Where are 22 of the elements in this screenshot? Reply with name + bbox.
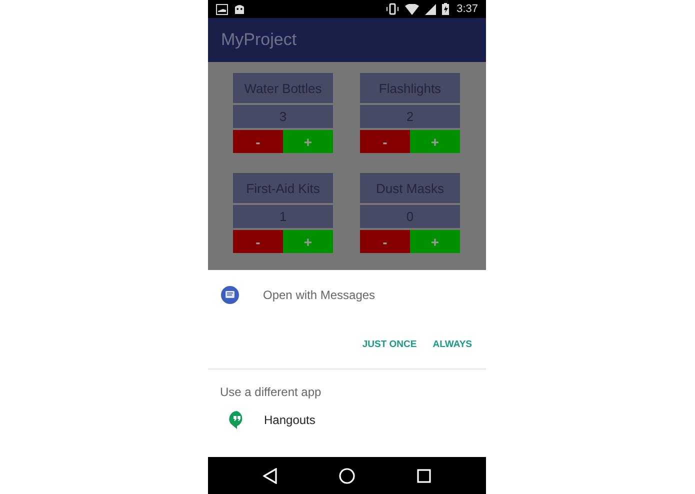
action-button[interactable]: ALWAYS	[428, 334, 476, 354]
home-icon[interactable]	[339, 468, 355, 484]
wifi-icon	[404, 4, 419, 14]
action-button[interactable]: JUST ONCE	[358, 334, 421, 354]
clock-time: 3:37	[456, 3, 478, 15]
minus-button[interactable]: -	[360, 130, 410, 153]
signal-icon	[424, 4, 436, 14]
message-bubble-icon	[221, 286, 239, 304]
section-heading: Use a different app	[219, 384, 322, 399]
image-icon	[216, 4, 228, 14]
minus-button[interactable]: -	[233, 230, 283, 253]
recents-icon[interactable]	[417, 468, 431, 482]
vibrate-icon	[386, 3, 399, 15]
battery-icon	[442, 3, 449, 15]
minus-button[interactable]: -	[233, 130, 283, 153]
open-with-label: Open with Messages	[263, 288, 376, 302]
minus-button[interactable]: -	[360, 230, 410, 253]
app-label[interactable]: Hangouts	[264, 413, 316, 427]
robot-icon	[234, 4, 245, 14]
quote-bubble-icon	[229, 411, 245, 429]
back-icon[interactable]	[263, 468, 277, 484]
app-title: MyProject	[221, 30, 297, 50]
